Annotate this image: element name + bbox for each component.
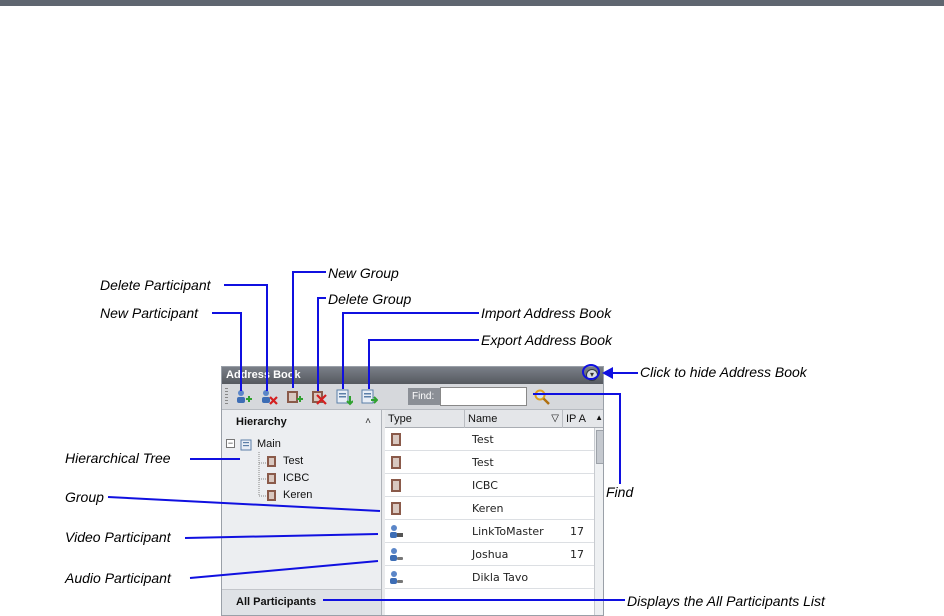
tree-item-main[interactable]: Main	[240, 437, 281, 451]
scrollbar-thumb[interactable]	[596, 430, 603, 464]
group-icon	[267, 455, 276, 467]
tree-item-group[interactable]: Keren	[266, 488, 312, 502]
callout-new-participant: New Participant	[100, 305, 199, 321]
row-name: Joshua	[472, 548, 509, 561]
address-book-toolbar: Find:	[222, 384, 603, 410]
row-name: Keren	[472, 502, 504, 515]
group-icon	[391, 456, 401, 469]
group-icon	[267, 472, 276, 484]
tree-item-label: Keren	[283, 489, 313, 501]
callout-hierarchical-tree: Hierarchical Tree	[65, 450, 171, 466]
column-header-name-label: Name	[468, 413, 498, 425]
column-header-type[interactable]: Type	[385, 410, 465, 428]
callout-delete-participant: Delete Participant	[100, 277, 211, 293]
delete-participant-button[interactable]	[260, 388, 278, 406]
column-header-name[interactable]: Name ▽	[465, 410, 563, 428]
table-row[interactable]: Test	[385, 428, 597, 451]
table-row[interactable]: Joshua 17	[385, 543, 597, 566]
video-participant-icon	[390, 525, 403, 538]
table-row[interactable]: Dikla Tavo	[385, 566, 597, 589]
callout-group: Group	[65, 489, 104, 505]
scroll-up-icon[interactable]: ▲	[595, 413, 603, 422]
row-ip: 17	[570, 525, 584, 538]
group-icon	[391, 479, 401, 492]
export-address-book-button[interactable]	[360, 388, 378, 406]
callout-click-to-hide: Click to hide Address Book	[640, 364, 807, 380]
column-header-ip[interactable]: IP A	[563, 410, 593, 428]
page-top-bar	[0, 0, 944, 6]
table-row[interactable]: ICBC	[385, 474, 597, 497]
audio-participant-icon	[390, 548, 403, 561]
callout-export-address-book: Export Address Book	[481, 332, 612, 348]
import-address-book-button[interactable]	[335, 388, 353, 406]
participants-grid: Type Name ▽ IP A ▲ Test Test ICBC Keren	[385, 410, 603, 615]
find-label: Find:	[408, 388, 440, 405]
grid-header: Type Name ▽ IP A ▲	[385, 410, 603, 428]
table-row[interactable]: Test	[385, 451, 597, 474]
table-row[interactable]: Keren	[385, 497, 597, 520]
callout-find: Find	[606, 484, 634, 500]
row-name: ICBC	[472, 479, 498, 492]
callout-video-participant: Video Participant	[65, 529, 171, 545]
address-book-panel: Address Book ▾ Find: Hierarchy ˄ − Main …	[221, 366, 604, 616]
hide-address-book-button[interactable]: ▾	[586, 369, 598, 381]
audio-participant-icon	[390, 571, 403, 584]
row-name: LinkToMaster	[472, 525, 544, 538]
callout-delete-group: Delete Group	[328, 291, 412, 307]
group-icon	[391, 502, 401, 515]
toolbar-grip	[225, 388, 228, 406]
tree-item-group[interactable]: ICBC	[266, 471, 309, 485]
tree-item-group[interactable]: Test	[266, 454, 303, 468]
group-icon	[391, 433, 401, 446]
all-participants-button[interactable]: All Participants	[222, 589, 381, 615]
address-book-title: Address Book	[222, 367, 603, 384]
table-row[interactable]: LinkToMaster 17	[385, 520, 597, 543]
callout-all-participants-list: Displays the All Participants List	[627, 593, 825, 609]
row-name: Dikla Tavo	[472, 571, 529, 584]
callout-audio-participant: Audio Participant	[65, 570, 171, 586]
hierarchy-pane: Hierarchy ˄ − Main Test ICBC Keren All P…	[222, 410, 382, 615]
grid-vertical-scrollbar[interactable]	[594, 428, 603, 615]
find-input[interactable]	[440, 387, 527, 406]
new-participant-button[interactable]	[235, 388, 253, 406]
tree-item-label: ICBC	[283, 472, 310, 484]
row-name: Test	[472, 433, 494, 446]
address-book-folder-icon	[240, 439, 252, 451]
find-search-icon[interactable]	[533, 388, 551, 406]
new-group-button[interactable]	[285, 388, 303, 406]
group-icon	[267, 489, 276, 501]
row-ip: 17	[570, 548, 584, 561]
tree-item-label: Test	[283, 455, 304, 467]
delete-group-button[interactable]	[310, 388, 328, 406]
callout-import-address-book: Import Address Book	[481, 305, 612, 321]
tree-item-label: Main	[257, 438, 281, 450]
row-name: Test	[472, 456, 494, 469]
callout-new-group: New Group	[328, 265, 399, 281]
filter-icon[interactable]: ▽	[551, 410, 559, 428]
